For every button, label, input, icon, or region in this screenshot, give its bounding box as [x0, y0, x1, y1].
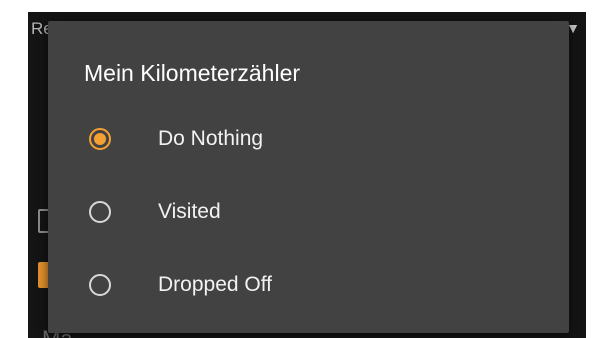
option-do-nothing[interactable]: Do Nothing [48, 114, 569, 166]
radio-unselected-icon[interactable] [89, 201, 111, 223]
radio-selected-icon[interactable] [89, 128, 111, 150]
option-label: Dropped Off [158, 273, 273, 296]
radio-unselected-icon[interactable] [89, 274, 111, 296]
option-visited[interactable]: Visited [48, 187, 569, 239]
screen: Re ▼ Ma Mein Kilometerzähler Do Nothing … [0, 0, 600, 338]
dialog-title: Mein Kilometerzähler [84, 60, 301, 86]
option-dropped-off[interactable]: Dropped Off [48, 260, 569, 312]
choice-dialog: Mein Kilometerzähler Do Nothing Visited … [48, 21, 569, 333]
option-label: Do Nothing [158, 127, 264, 150]
option-label: Visited [158, 200, 221, 223]
